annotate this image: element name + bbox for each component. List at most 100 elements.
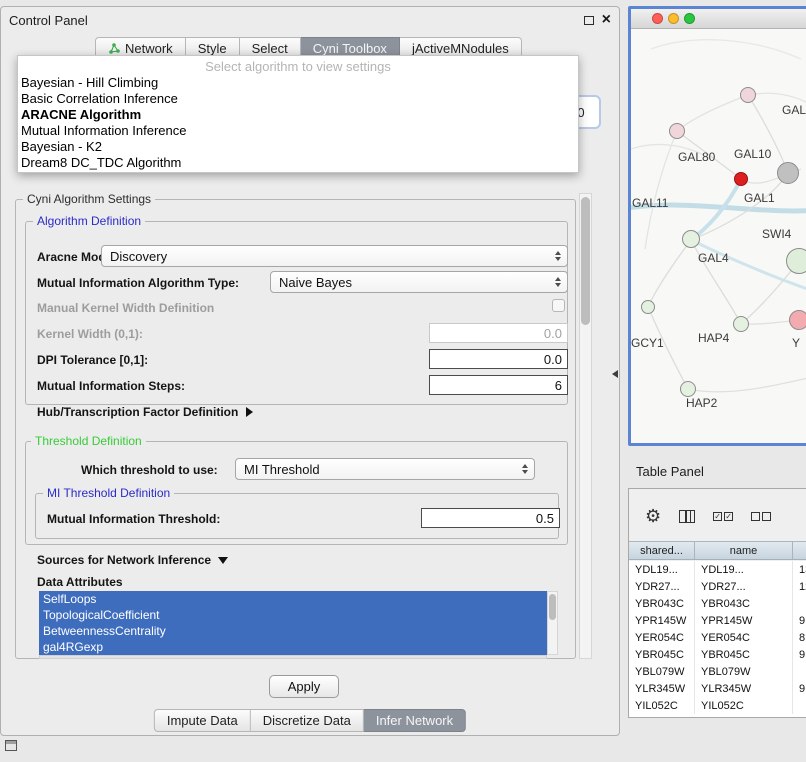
cell[interactable]: YDR27... <box>629 578 695 595</box>
table-row[interactable]: YLR345W YLR345W 9. <box>629 680 806 697</box>
node-label: SWI4 <box>762 227 791 241</box>
cell[interactable]: YBR045C <box>629 646 695 663</box>
attribute-item-selected[interactable]: BetweennessCentrality <box>39 623 547 639</box>
table-row[interactable]: YBR045C YBR045C 9. <box>629 646 806 663</box>
aracne-mode-select[interactable]: Discovery <box>101 245 568 267</box>
network-canvas[interactable]: GAL GAL80 GAL10 GAL11 GAL1 SWI4 GAL4 GCY… <box>631 29 806 442</box>
cell[interactable]: YPR145W <box>695 612 793 629</box>
network-node[interactable] <box>786 248 806 274</box>
algorithm-option[interactable]: Bayesian - K2 <box>18 139 578 155</box>
cell[interactable]: YBL079W <box>629 663 695 680</box>
cell[interactable]: YLR345W <box>629 680 695 697</box>
mi-threshold-field[interactable]: 0.5 <box>421 508 560 528</box>
algorithm-option[interactable]: Mutual Information Inference <box>18 123 578 139</box>
hub-definition-expander[interactable]: Hub/Transcription Factor Definition <box>37 405 253 419</box>
algorithm-option-selected[interactable]: ARACNE Algorithm <box>18 107 578 123</box>
mi-steps-field[interactable]: 6 <box>429 375 568 395</box>
network-view-window: GAL GAL80 GAL10 GAL11 GAL1 SWI4 GAL4 GCY… <box>628 6 806 446</box>
table-row[interactable]: YBL079W YBL079W <box>629 663 806 680</box>
column-header-extra[interactable] <box>793 542 806 559</box>
sources-expander[interactable]: Sources for Network Inference <box>37 553 228 567</box>
table-row[interactable]: YBR043C YBR043C <box>629 595 806 612</box>
column-header-shared-name[interactable]: shared... <box>629 542 695 559</box>
cell[interactable]: 9. <box>793 612 806 629</box>
network-node-red[interactable] <box>734 172 748 186</box>
cell[interactable]: YER054C <box>629 629 695 646</box>
tab-discretize-data[interactable]: Discretize Data <box>251 709 364 732</box>
splitter-collapse-icon[interactable] <box>612 370 618 378</box>
column-header-name[interactable]: name <box>695 542 793 559</box>
cell[interactable]: YPR145W <box>629 612 695 629</box>
network-node[interactable] <box>740 87 756 103</box>
gear-icon[interactable]: ⚙ <box>645 506 661 526</box>
attribute-item-selected[interactable]: SelfLoops <box>39 591 547 607</box>
cell[interactable]: YLR345W <box>695 680 793 697</box>
select-all-checkboxes-icon[interactable]: ✓✓ <box>713 512 733 521</box>
cell[interactable]: 8. <box>793 629 806 646</box>
cell[interactable]: 13 <box>793 561 806 578</box>
cell[interactable] <box>793 595 806 612</box>
cell[interactable]: YIL052C <box>629 697 695 714</box>
close-traffic-light-icon[interactable] <box>652 13 663 24</box>
cell[interactable]: YDL19... <box>629 561 695 578</box>
settings-scrollbar-thumb[interactable] <box>581 197 590 325</box>
algorithm-option[interactable]: Basic Correlation Inference <box>18 91 578 107</box>
cell[interactable] <box>793 663 806 680</box>
mi-algorithm-type-select[interactable]: Naive Bayes <box>270 271 568 293</box>
expand-down-icon <box>218 557 228 564</box>
columns-icon[interactable] <box>679 510 695 523</box>
table-row[interactable]: YIL052C YIL052C <box>629 697 806 714</box>
node-label: HAP2 <box>686 396 717 410</box>
network-node[interactable] <box>641 300 655 314</box>
aracne-mode-value: Discovery <box>110 249 167 264</box>
algorithm-option[interactable]: Dream8 DC_TDC Algorithm <box>18 155 578 171</box>
cell[interactable] <box>793 697 806 714</box>
cell[interactable]: 12 <box>793 578 806 595</box>
tab-label: Infer Network <box>376 713 453 728</box>
attribute-list-scrollbar[interactable] <box>547 591 558 655</box>
dpi-tolerance-field[interactable]: 0.0 <box>429 349 568 369</box>
cell[interactable]: YBR045C <box>695 646 793 663</box>
table-row[interactable]: YER054C YER054C 8. <box>629 629 806 646</box>
expand-right-icon <box>246 407 253 417</box>
apply-button[interactable]: Apply <box>269 675 339 698</box>
cell[interactable]: YER054C <box>695 629 793 646</box>
zoom-traffic-light-icon[interactable] <box>684 13 695 24</box>
cell[interactable]: 9. <box>793 646 806 663</box>
restore-panel-icon[interactable] <box>5 740 17 751</box>
attribute-list-scrollbar-thumb[interactable] <box>549 594 556 620</box>
close-icon[interactable]: × <box>602 15 611 25</box>
cell[interactable]: YDR27... <box>695 578 793 595</box>
table-panel-title: Table Panel <box>636 464 704 479</box>
network-node-pink[interactable] <box>789 310 806 330</box>
network-node[interactable] <box>682 230 700 248</box>
cell[interactable]: YDL19... <box>695 561 793 578</box>
algorithm-option[interactable]: Bayesian - Hill Climbing <box>18 75 578 91</box>
tab-label: Cyni Toolbox <box>313 41 387 56</box>
table-row[interactable]: YPR145W YPR145W 9. <box>629 612 806 629</box>
table-row[interactable]: YDL19... YDL19... 13 <box>629 561 806 578</box>
float-window-icon[interactable] <box>584 16 594 25</box>
cell[interactable]: YIL052C <box>695 697 793 714</box>
attribute-item-selected[interactable]: gal4RGexp <box>39 639 547 655</box>
minimize-traffic-light-icon[interactable] <box>668 13 679 24</box>
network-node[interactable] <box>680 381 696 397</box>
attribute-list-hscrollbar[interactable] <box>39 655 547 659</box>
table-row[interactable]: YDR27... YDR27... 12 <box>629 578 806 595</box>
network-node[interactable] <box>669 123 685 139</box>
network-node[interactable] <box>733 316 749 332</box>
deselect-all-checkboxes-icon[interactable] <box>751 512 771 521</box>
tab-infer-network[interactable]: Infer Network <box>364 709 466 732</box>
threshold-definition-title: Threshold Definition <box>31 434 146 448</box>
network-node-gray[interactable] <box>777 162 799 184</box>
tab-impute-data[interactable]: Impute Data <box>154 709 251 732</box>
node-label: GCY1 <box>631 336 664 350</box>
settings-scrollbar[interactable] <box>579 193 592 659</box>
cell[interactable]: 9. <box>793 680 806 697</box>
cell[interactable]: YBR043C <box>695 595 793 612</box>
which-threshold-select[interactable]: MI Threshold <box>235 458 535 480</box>
attribute-item-selected[interactable]: TopologicalCoefficient <box>39 607 547 623</box>
cell[interactable]: YBL079W <box>695 663 793 680</box>
cell[interactable]: YBR043C <box>629 595 695 612</box>
table-panel-window: ⚙ ✓✓ shared... name YDL19... YDL19... 13… <box>628 488 806 718</box>
